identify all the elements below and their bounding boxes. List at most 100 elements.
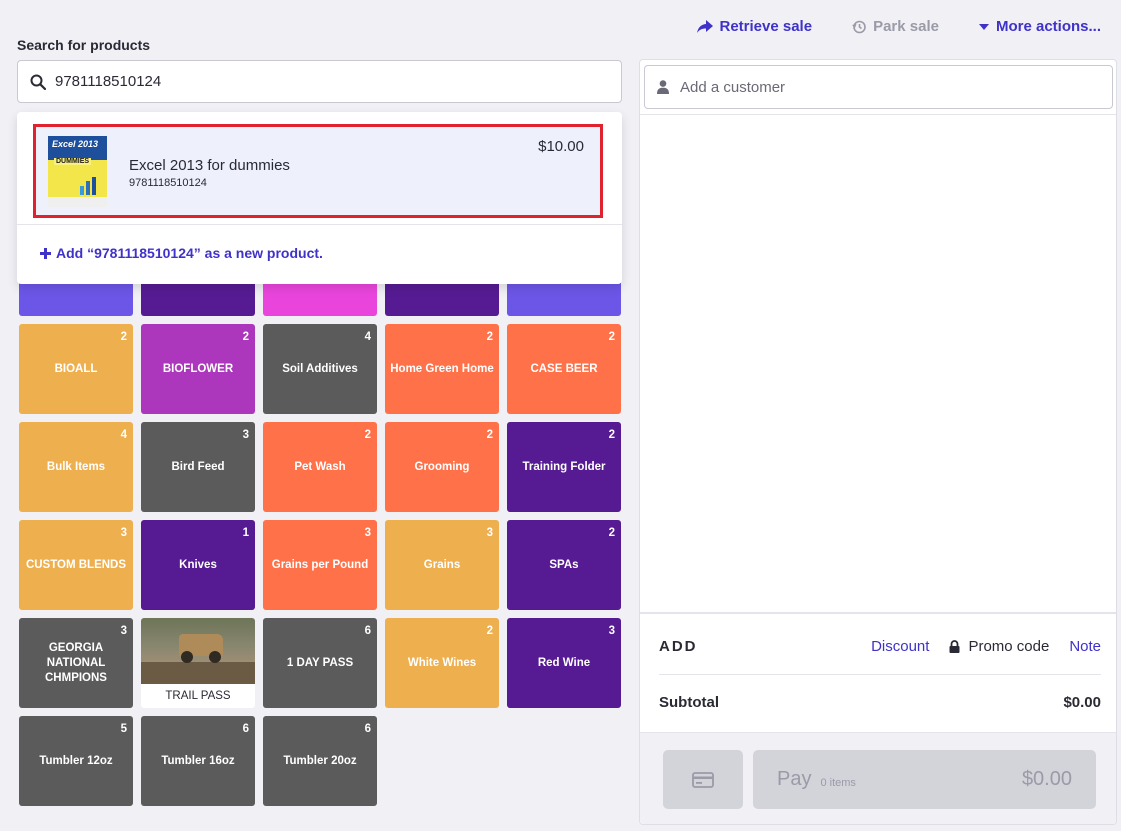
retrieve-sale-button[interactable]: Retrieve sale [696,18,813,35]
tile-label: GEORGIA NATIONAL CHMPIONS [45,641,107,684]
category-tile[interactable]: 2 Pet Wash [263,422,377,512]
tile-count: 3 [120,625,127,637]
category-tile[interactable]: 6 1 DAY PASS [263,618,377,708]
category-tile[interactable]: 5 Tumbler 12oz [19,716,133,806]
category-tile[interactable]: 2 Grooming [385,422,499,512]
tile-count: 2 [242,331,249,343]
subtotal-divider [659,674,1101,675]
subtotal-label: Subtotal [659,694,719,711]
card-payment-button[interactable] [663,750,743,809]
pay-button[interactable]: Pay 0 items $0.00 [753,750,1096,809]
category-tile[interactable]: 3 GEORGIA NATIONAL CHMPIONS [19,618,133,708]
category-tile[interactable]: 2 CASE BEER [507,324,621,414]
more-actions-button[interactable]: More actions... [978,18,1101,35]
tile-label: CASE BEER [530,362,598,375]
tile-count: 5 [120,723,127,735]
tile-photo [141,618,255,684]
add-customer-input[interactable]: Add a customer [644,65,1113,109]
dropdown-divider [17,224,622,225]
tile-label: Knives [179,558,217,571]
category-tile[interactable]: 6 Tumbler 20oz [263,716,377,806]
tile-label: Grains [423,558,461,571]
category-tile[interactable]: 2 White Wines [385,618,499,708]
tile-count: 6 [364,625,371,637]
add-title: ADD [659,638,698,655]
promo-code-link[interactable]: Promo code [949,638,1049,655]
thumbnail-subtitle: DUMMIES [54,158,92,165]
discount-link[interactable]: Discount [871,638,929,655]
add-customer-placeholder: Add a customer [680,78,786,96]
tile-label: BIOFLOWER [162,362,234,375]
tile-label: Tumbler 16oz [161,754,235,767]
tile-count: 6 [242,723,249,735]
category-tile[interactable]: 3 Bird Feed [141,422,255,512]
payment-footer: Pay 0 items $0.00 [640,732,1116,824]
tile-count: 3 [242,429,249,441]
search-result-item[interactable]: Excel 2013 DUMMIES Excel 2013 for dummie… [33,124,603,218]
tile-count: 2 [608,331,615,343]
tile-count: 6 [364,723,371,735]
category-tile[interactable]: 3 Grains [385,520,499,610]
tile-label: Home Green Home [390,362,494,375]
plus-icon [40,247,51,259]
tile-label: Pet Wash [294,460,346,473]
category-tile[interactable]: 4 Bulk Items [19,422,133,512]
category-tile[interactable]: 6 Tumbler 16oz [141,716,255,806]
category-tile[interactable]: 2 BIOFLOWER [141,324,255,414]
tile-label: Bird Feed [171,460,225,473]
search-label: Search for products [17,37,151,53]
category-tile[interactable]: 2 SPAs [507,520,621,610]
category-tile[interactable]: 3 CUSTOM BLENDS [19,520,133,610]
tile-label: Bulk Items [46,460,106,473]
category-tile[interactable]: 3 Grains per Pound [263,520,377,610]
tile-label: Soil Additives [282,362,358,375]
add-new-product-link[interactable]: Add “9781118510124” as a new product. [40,245,323,261]
product-code: 9781118510124 [129,177,207,189]
tile-count: 2 [486,625,493,637]
history-icon [852,20,866,33]
tile-count: 4 [120,429,127,441]
subtotal-row: Subtotal $0.00 [659,694,1101,711]
tile-label: SPAs [549,558,579,571]
category-tile[interactable]: 2 Home Green Home [385,324,499,414]
retrieve-sale-label: Retrieve sale [719,18,813,35]
category-tile[interactable]: 4 Soil Additives [263,324,377,414]
tile-count: 3 [608,625,615,637]
tile-count: 2 [486,331,493,343]
search-results-dropdown: Excel 2013 DUMMIES Excel 2013 for dummie… [17,112,622,284]
sale-panel: Add a customer ADD Discount Promo code N… [639,59,1117,825]
tile-count: 3 [120,527,127,539]
tile-label: Tumbler 20oz [283,754,357,767]
search-input[interactable] [55,73,621,90]
category-tile[interactable]: 2 Training Folder [507,422,621,512]
caret-down-icon [978,23,989,30]
tile-label: TRAIL PASS [165,690,231,702]
add-row: ADD Discount Promo code Note [659,638,1101,655]
tile-label: CUSTOM BLENDS [25,558,127,571]
park-sale-button[interactable]: Park sale [852,18,939,35]
tile-count: 2 [364,429,371,441]
tile-label: BIOALL [54,362,98,375]
thumbnail-title: Excel 2013 [52,139,99,149]
customer-divider [640,114,1116,115]
user-icon [657,80,669,94]
category-tile[interactable]: 1 Knives [141,520,255,610]
product-thumbnail: Excel 2013 DUMMIES [48,136,107,207]
tile-count: 2 [608,527,615,539]
pay-amount: $0.00 [1021,768,1072,790]
tile-label: Red Wine [537,656,591,669]
note-link[interactable]: Note [1069,638,1101,655]
tile-label: 1 DAY PASS [286,656,354,669]
category-tile[interactable]: TRAIL PASS [141,618,255,708]
tile-count: 2 [120,331,127,343]
tile-count: 1 [242,527,249,539]
category-tile[interactable]: 2 BIOALL [19,324,133,414]
pay-label: Pay [777,768,812,790]
product-name: Excel 2013 for dummies [129,157,290,174]
top-actions: Retrieve sale Park sale More actions... [696,18,1101,35]
tile-label: White Wines [407,656,477,669]
search-box[interactable] [17,60,622,103]
category-tile[interactable]: 3 Red Wine [507,618,621,708]
cart-divider [640,612,1116,614]
pay-items-count: 0 items [820,776,856,789]
